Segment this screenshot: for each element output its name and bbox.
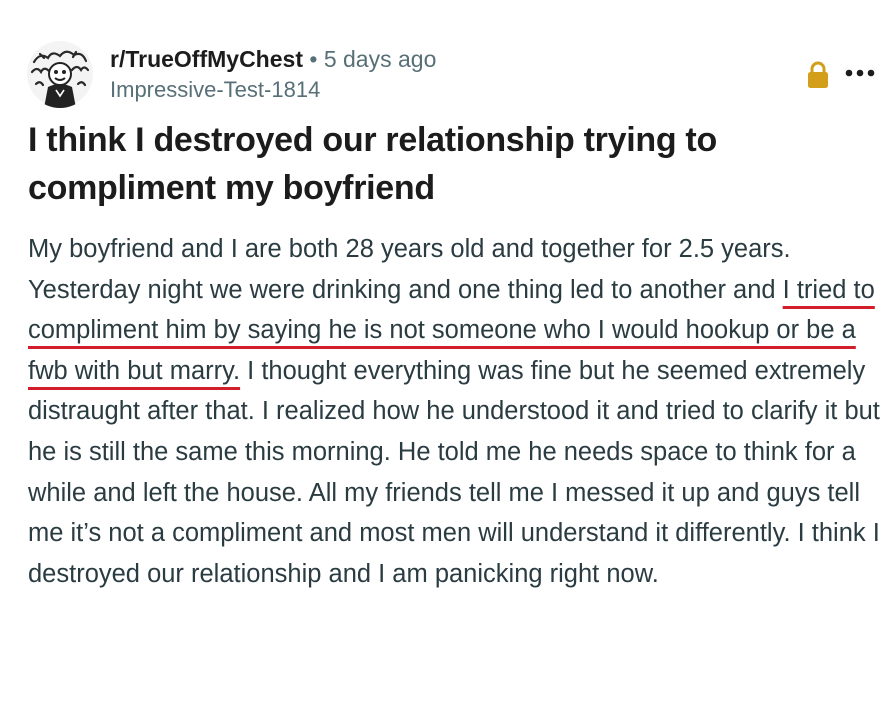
subreddit-link[interactable]: r/TrueOffMyChest <box>110 46 303 72</box>
avatar[interactable] <box>26 40 94 108</box>
post-body-text: My boyfriend and I are both 28 years old… <box>28 235 791 304</box>
post-body: My boyfriend and I are both 28 years old… <box>28 229 888 594</box>
avatar-image <box>26 40 94 108</box>
post-meta: r/TrueOffMyChest • 5 days ago Impressive… <box>110 44 436 104</box>
post-body-text: I thought everything was fine but he see… <box>28 356 880 588</box>
post-meta-line: r/TrueOffMyChest • 5 days ago <box>110 44 436 74</box>
author-username[interactable]: Impressive-Test-1814 <box>110 76 436 104</box>
post-header: r/TrueOffMyChest • 5 days ago Impressive… <box>26 40 876 110</box>
post-title[interactable]: I think I destroyed our relationship try… <box>28 116 873 212</box>
post-time: 5 days ago <box>323 46 437 72</box>
meta-separator: • <box>309 46 318 72</box>
more-options-icon[interactable] <box>844 61 876 85</box>
lock-icon <box>806 60 830 90</box>
